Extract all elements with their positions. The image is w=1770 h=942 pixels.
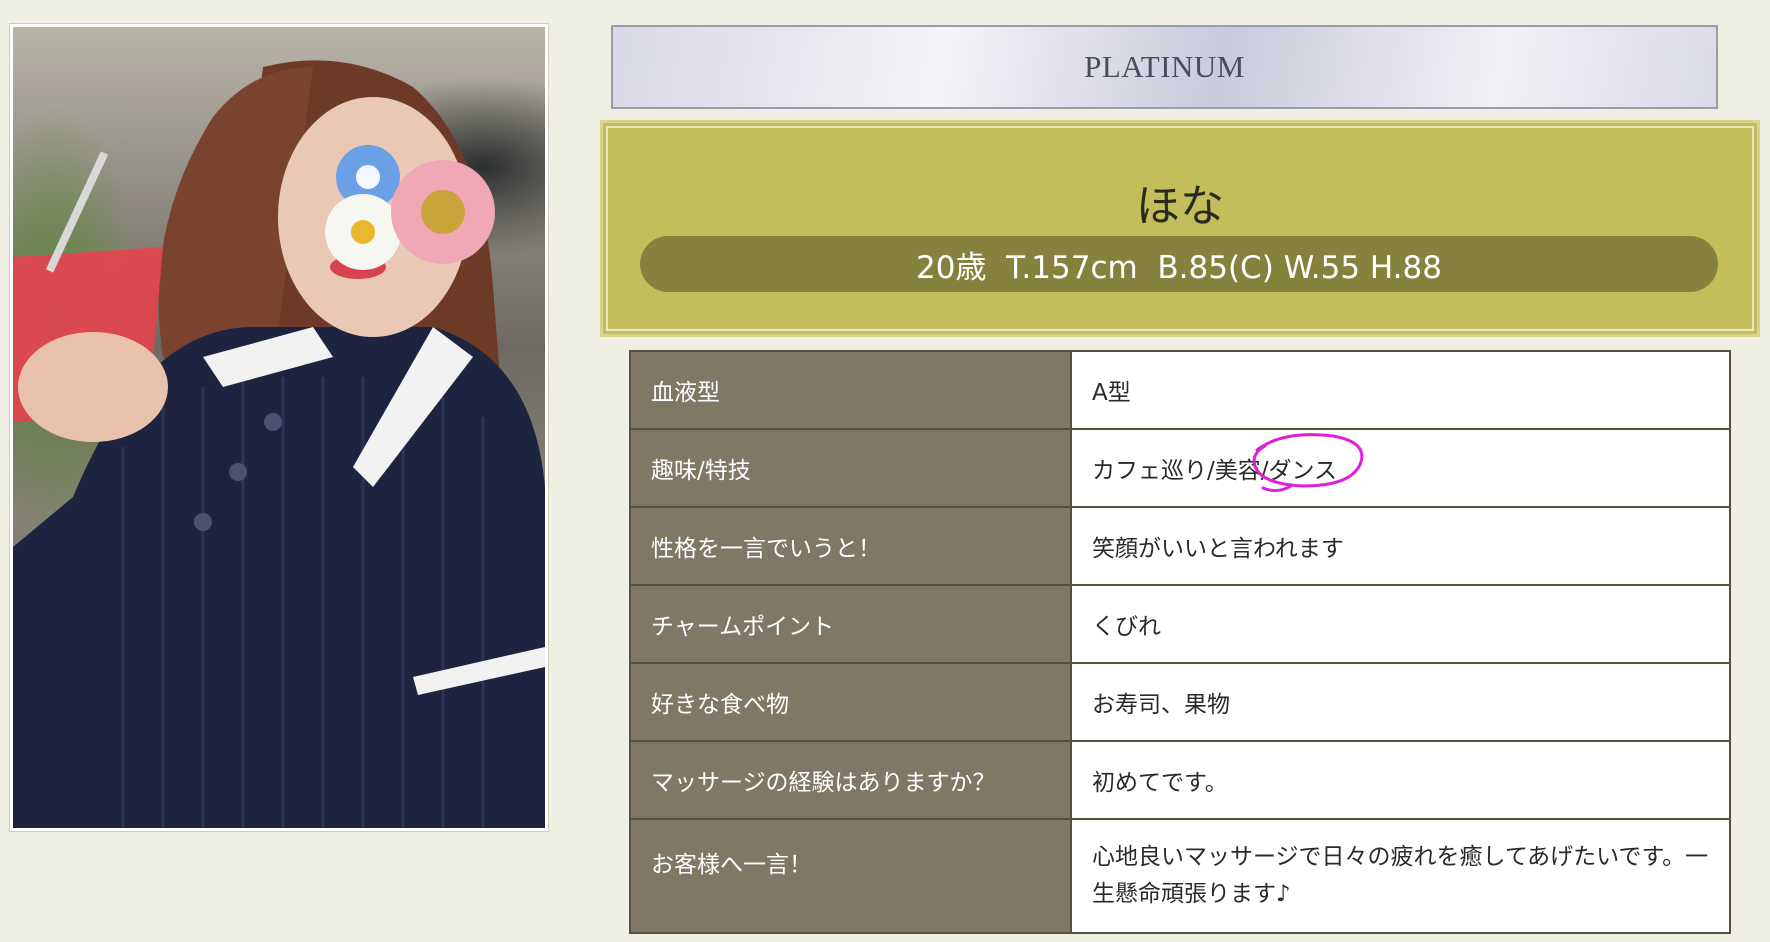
detail-value: A型 (1070, 350, 1731, 430)
profile-name: ほな (1136, 181, 1224, 232)
detail-label: お客様へ一言！ (629, 818, 1072, 934)
table-row: 趣味/特技 カフェ巡り/美容/ダンス (629, 428, 1731, 508)
detail-label: 性格を一言でいうと！ (629, 506, 1072, 586)
table-row: 血液型 A型 (629, 350, 1731, 430)
detail-label: 趣味/特技 (629, 428, 1072, 508)
detail-label: 血液型 (629, 350, 1072, 430)
detail-label: マッサージの経験はありますか？ (629, 740, 1072, 820)
profile-details-table: 血液型 A型 趣味/特技 カフェ巡り/美容/ダンス 性格を一言でいうと！ 笑顔が… (629, 350, 1731, 934)
table-row: マッサージの経験はありますか？ 初めてです。 (629, 740, 1731, 820)
table-row: お客様へ一言！ 心地良いマッサージで日々の疲れを癒してあげたいです。一生懸命頑張… (629, 818, 1731, 934)
photo-illustration (13, 60, 545, 828)
detail-label: チャームポイント (629, 584, 1072, 664)
detail-value: 心地良いマッサージで日々の疲れを癒してあげたいです。一生懸命頑張ります♪ (1070, 818, 1731, 934)
profile-photo-frame (9, 23, 549, 832)
detail-value: カフェ巡り/美容/ダンス (1070, 428, 1731, 508)
detail-label: 好きな食べ物 (629, 662, 1072, 742)
profile-header-inner: ほな 20歳 T.157cm B.85(C) W.55 H.88 (606, 126, 1754, 331)
profile-photo (13, 27, 545, 828)
table-row: チャームポイント くびれ (629, 584, 1731, 664)
detail-value: 初めてです。 (1070, 740, 1731, 820)
profile-stats-pill: 20歳 T.157cm B.85(C) W.55 H.88 (640, 236, 1718, 292)
detail-value: くびれ (1070, 584, 1731, 664)
table-row: 性格を一言でいうと！ 笑顔がいいと言われます (629, 506, 1731, 586)
profile-header: ほな 20歳 T.157cm B.85(C) W.55 H.88 (600, 120, 1760, 337)
table-row: 好きな食べ物 お寿司、果物 (629, 662, 1731, 742)
rank-banner: PLATINUM (611, 25, 1718, 109)
detail-value: お寿司、果物 (1070, 662, 1731, 742)
detail-value: 笑顔がいいと言われます (1070, 506, 1731, 586)
rank-label: PLATINUM (1084, 49, 1245, 84)
